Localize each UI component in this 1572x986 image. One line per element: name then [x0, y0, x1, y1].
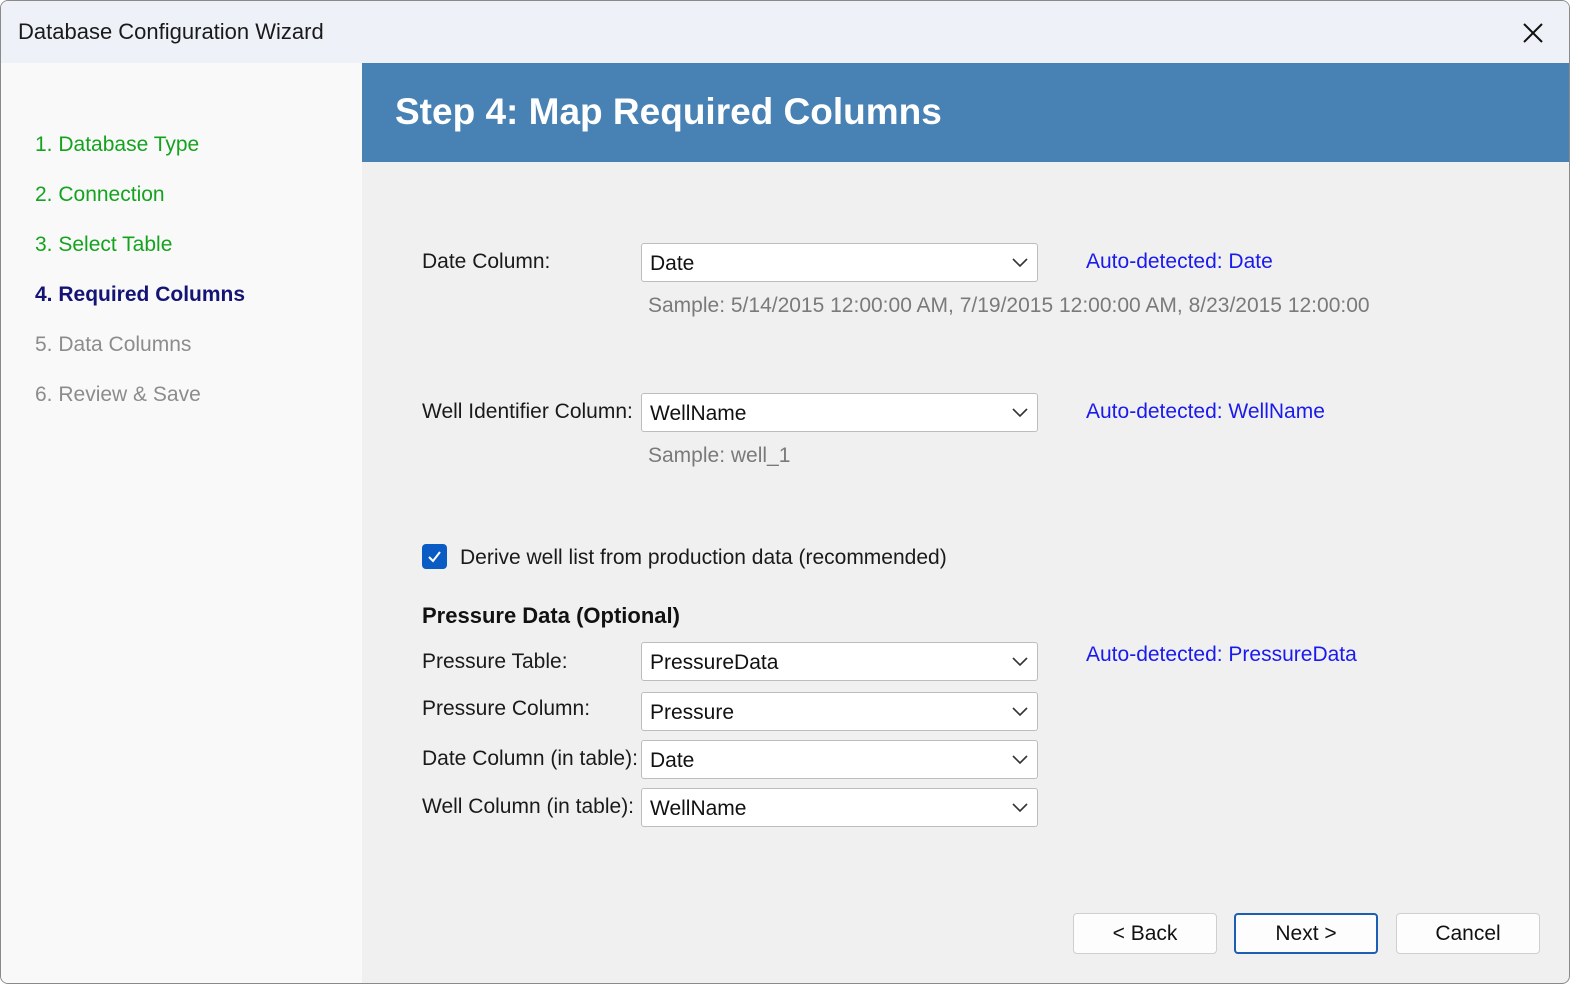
pressure-column-value: Pressure — [650, 701, 735, 724]
chevron-down-icon — [1012, 657, 1028, 667]
title-bar: Database Configuration Wizard — [1, 1, 1569, 63]
pressure-table-auto-detected: Auto-detected: PressureData — [1086, 643, 1357, 666]
pressure-table-select[interactable]: PressureData — [641, 642, 1038, 681]
steps-sidebar: 1. Database Type 2. Connection 3. Select… — [1, 63, 362, 983]
derive-well-list-label[interactable]: Derive well list from production data (r… — [460, 546, 947, 570]
well-column-label: Well Identifier Column: — [422, 400, 633, 423]
pressure-table-label: Pressure Table: — [422, 650, 568, 673]
close-button[interactable] — [1511, 13, 1555, 53]
step-connection: 2. Connection — [35, 183, 165, 206]
back-button[interactable]: < Back — [1073, 913, 1217, 954]
chevron-down-icon — [1012, 707, 1028, 717]
pressure-column-label: Pressure Column: — [422, 697, 591, 720]
step-data-columns: 5. Data Columns — [35, 333, 192, 356]
step-database-type: 1. Database Type — [35, 133, 200, 156]
well-column-select[interactable]: WellName — [641, 393, 1038, 432]
pressure-date-column-value: Date — [650, 749, 695, 772]
checkmark-icon — [428, 551, 441, 563]
step-review-save: 6. Review & Save — [35, 383, 201, 406]
window-title: Database Configuration Wizard — [18, 19, 324, 44]
date-column-value: Date — [650, 252, 695, 275]
pressure-column-select[interactable]: Pressure — [641, 692, 1038, 731]
date-sample-text: Sample: 5/14/2015 12:00:00 AM, 7/19/2015… — [648, 294, 1370, 317]
pressure-well-column-select[interactable]: WellName — [641, 788, 1038, 827]
chevron-down-icon — [1012, 755, 1028, 765]
pressure-section-title: Pressure Data (Optional) — [422, 603, 680, 628]
wizard-window: Database Configuration Wizard 1. Databas… — [0, 0, 1570, 984]
step-select-table: 3. Select Table — [35, 233, 173, 256]
page-title: Step 4: Map Required Columns — [395, 91, 942, 132]
chevron-down-icon — [1012, 408, 1028, 418]
well-column-value: WellName — [650, 402, 747, 425]
well-auto-detected: Auto-detected: WellName — [1086, 400, 1325, 423]
pressure-date-column-label: Date Column (in table): — [422, 747, 638, 770]
pressure-well-column-value: WellName — [650, 797, 747, 820]
next-button[interactable]: Next > — [1234, 913, 1378, 954]
step-required-columns: 4. Required Columns — [35, 283, 246, 306]
chevron-down-icon — [1012, 803, 1028, 813]
close-icon — [1523, 23, 1543, 43]
pressure-well-column-label: Well Column (in table): — [422, 795, 635, 818]
step-header: Step 4: Map Required Columns — [362, 63, 1569, 162]
chevron-down-icon — [1012, 258, 1028, 268]
pressure-table-value: PressureData — [650, 651, 779, 674]
date-column-label: Date Column: — [422, 250, 551, 273]
date-auto-detected: Auto-detected: Date — [1086, 250, 1273, 273]
well-sample-text: Sample: well_1 — [648, 444, 791, 467]
pressure-date-column-select[interactable]: Date — [641, 740, 1038, 779]
cancel-button[interactable]: Cancel — [1396, 913, 1540, 954]
date-column-select[interactable]: Date — [641, 243, 1038, 282]
derive-well-list-checkbox[interactable] — [422, 544, 447, 569]
